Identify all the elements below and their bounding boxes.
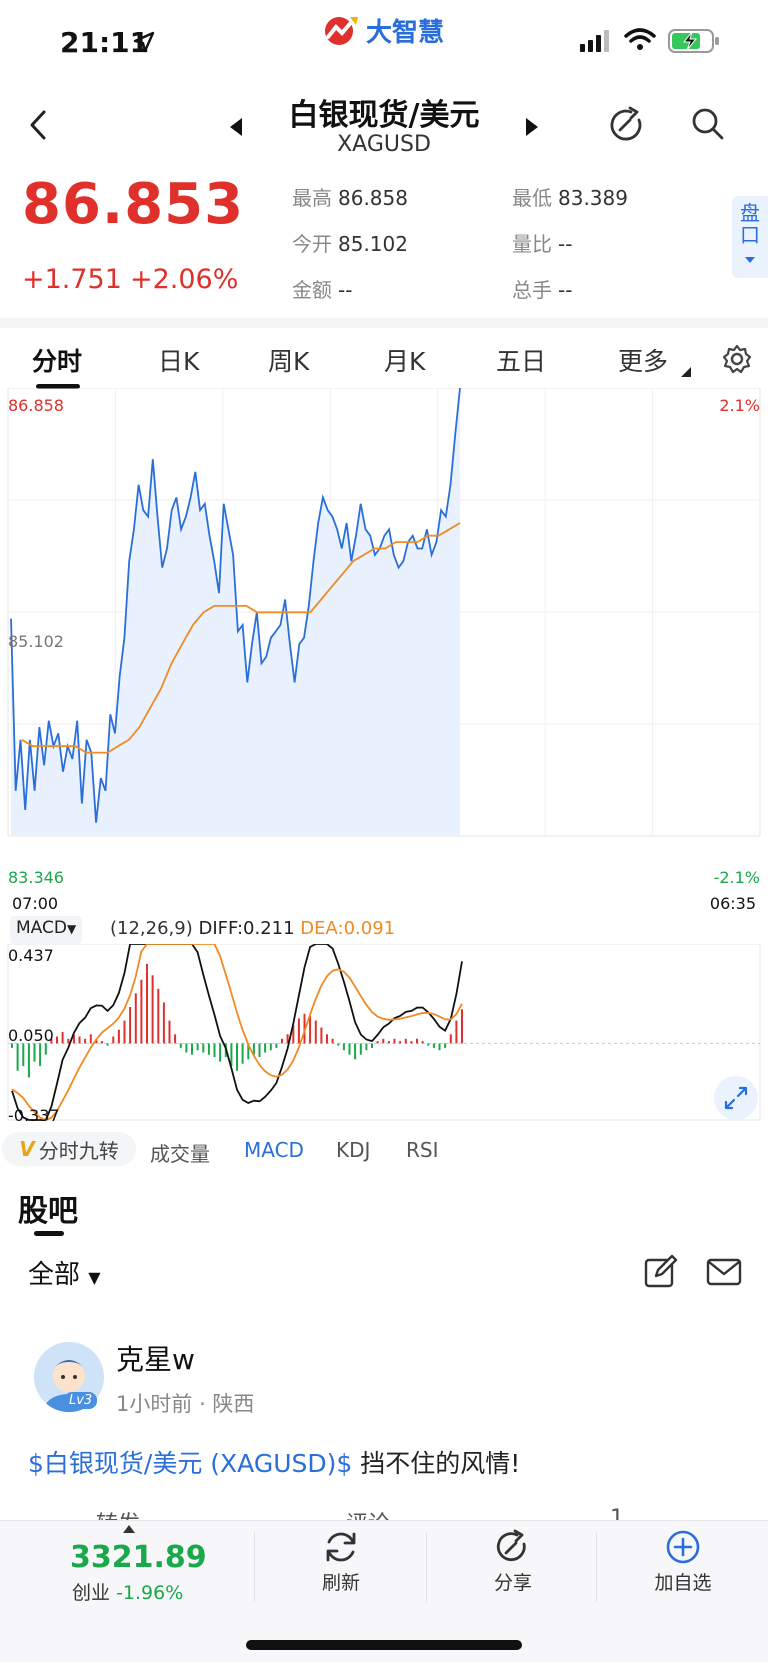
share-label: 分享 <box>493 1572 532 1594</box>
section-divider <box>0 318 768 328</box>
next-instrument-button[interactable] <box>524 116 540 138</box>
indicator-tab-nine-turn[interactable]: V 分时九转 <box>2 1132 136 1166</box>
macd-histogram <box>11 963 463 1078</box>
refresh-label: 刷新 <box>321 1572 360 1594</box>
refresh-icon <box>326 1532 356 1562</box>
toolbar-separator <box>596 1532 597 1602</box>
wifi-icon <box>624 28 656 50</box>
last-price: 86.853 <box>22 172 245 237</box>
instrument-name: 白银现货/美元 <box>288 98 480 133</box>
share-button[interactable]: 分享 <box>448 1528 578 1595</box>
indicator-tab-nine-turn-label: 分时九转 <box>38 1138 119 1163</box>
stat-high: 最高 86.858 <box>292 186 408 210</box>
index-name-label: 创业 <box>72 1582 111 1604</box>
macd-params: (12,26,9) DIFF:0.211 DEA:0.091 <box>110 918 395 939</box>
chart-settings-gear-icon[interactable] <box>722 344 752 374</box>
post-stock-tag[interactable]: $白银现货/美元 (XAGUSD)$ <box>28 1449 352 1478</box>
chevron-down-icon <box>745 257 755 263</box>
macd-diff-value: DIFF:0.211 <box>198 918 295 939</box>
macd-y-top: 0.437 <box>8 946 54 965</box>
expand-icon <box>724 1086 748 1110</box>
filter-label: 全部 <box>28 1260 81 1290</box>
indicator-tab-macd[interactable]: MACD <box>244 1138 304 1162</box>
message-mail-icon[interactable] <box>706 1258 742 1286</box>
instrument-code: XAGUSD <box>337 132 431 157</box>
search-icon[interactable] <box>690 106 726 142</box>
post-meta: 1小时前 · 陕西 <box>116 1392 255 1416</box>
macd-grid <box>7 944 761 1121</box>
intraday-chart[interactable] <box>0 388 768 888</box>
macd-dea-value: DEA:0.091 <box>300 918 396 939</box>
post-location: 陕西 <box>212 1392 255 1416</box>
macd-dea-line <box>11 944 463 1121</box>
battery-charging-icon <box>668 29 719 53</box>
compose-post-icon[interactable] <box>644 1254 678 1288</box>
indicator-tab-rsi[interactable]: RSI <box>406 1138 439 1162</box>
macd-y-mid: 0.050 <box>8 1026 54 1045</box>
more-corner-icon <box>681 367 691 377</box>
filter-dropdown[interactable]: 全部 ▼ <box>28 1254 101 1291</box>
refresh-button[interactable]: 刷新 <box>276 1528 406 1595</box>
user-level-badge: Lv3 <box>64 1392 98 1409</box>
index-change: -1.96% <box>116 1582 184 1604</box>
add-watchlist-button[interactable]: 加自选 <box>618 1528 748 1595</box>
indicator-tab-volume[interactable]: 成交量 <box>150 1138 210 1167</box>
stat-low: 最低 83.389 <box>512 186 628 210</box>
logo-mark-icon <box>325 17 358 45</box>
share-icon <box>496 1529 526 1562</box>
fullscreen-button[interactable] <box>714 1076 758 1120</box>
toolbar-separator <box>254 1532 255 1602</box>
y-axis-bottom-label: 83.346 <box>8 868 64 887</box>
stat-total-hands: 总手 -- <box>512 278 573 302</box>
tab-monthly-k[interactable]: 月K <box>384 342 425 378</box>
app-logo: 大智慧 <box>322 10 452 50</box>
price-change-pct: +2.06% <box>130 264 239 295</box>
tab-more[interactable]: 更多 <box>618 342 668 378</box>
stat-amount: 金额 -- <box>292 278 353 302</box>
tab-daily-k[interactable]: 日K <box>158 342 199 378</box>
stat-open: 今开 85.102 <box>292 232 408 256</box>
tab-intraday[interactable]: 分时 <box>32 342 82 378</box>
plus-circle-icon <box>666 1530 700 1564</box>
price-change: +1.751 <box>22 264 122 295</box>
macd-param-text: (12,26,9) <box>110 918 193 939</box>
y-axis-mid-label: 85.102 <box>8 632 64 651</box>
caret-up-icon <box>123 1525 135 1533</box>
add-watchlist-label: 加自选 <box>654 1572 712 1594</box>
toolbar-separator <box>426 1532 427 1602</box>
share-refresh-icon[interactable] <box>608 106 646 144</box>
pct-axis-top-label: 2.1% <box>719 396 760 415</box>
index-ticker-value[interactable]: 3321.89 <box>70 1540 207 1575</box>
y-axis-top-label: 86.858 <box>8 396 64 415</box>
section-title-guba[interactable]: 股吧 <box>18 1186 78 1230</box>
time-axis-start: 07:00 <box>12 894 59 913</box>
index-ticker-name[interactable]: 创业 -1.96% <box>72 1578 183 1605</box>
pankou-label: 盘口 <box>740 201 760 247</box>
post-text: 挡不住的风情! <box>352 1449 521 1478</box>
tab-five-day[interactable]: 五日 <box>496 342 546 378</box>
logo-text: 大智慧 <box>366 17 445 48</box>
signal-icon <box>580 30 609 52</box>
caret-down-icon: ▼ <box>88 1268 101 1287</box>
macd-chart[interactable] <box>0 944 768 1124</box>
section-title-underline <box>34 1231 64 1236</box>
pankou-button[interactable]: 盘口 <box>732 196 768 278</box>
stat-volume-ratio: 量比 -- <box>512 232 573 256</box>
post-content[interactable]: $白银现货/美元 (XAGUSD)$ 挡不住的风情! <box>28 1444 520 1480</box>
macd-selector-label: MACD <box>16 918 67 938</box>
macd-selector[interactable]: MACD▼ <box>10 916 83 944</box>
v-badge-icon: V <box>19 1137 35 1161</box>
post-time: 1小时前 <box>116 1392 193 1416</box>
indicator-tab-kdj[interactable]: KDJ <box>336 1138 370 1162</box>
pct-axis-bottom-label: -2.1% <box>713 868 760 887</box>
location-arrow-icon <box>133 31 155 53</box>
home-indicator <box>246 1640 522 1650</box>
macd-diff-line <box>11 944 463 1121</box>
macd-y-bottom: -0.337 <box>8 1106 60 1125</box>
tab-weekly-k[interactable]: 周K <box>268 342 309 378</box>
time-axis-end: 06:35 <box>709 894 756 913</box>
user-name[interactable]: 克星w <box>116 1338 195 1378</box>
